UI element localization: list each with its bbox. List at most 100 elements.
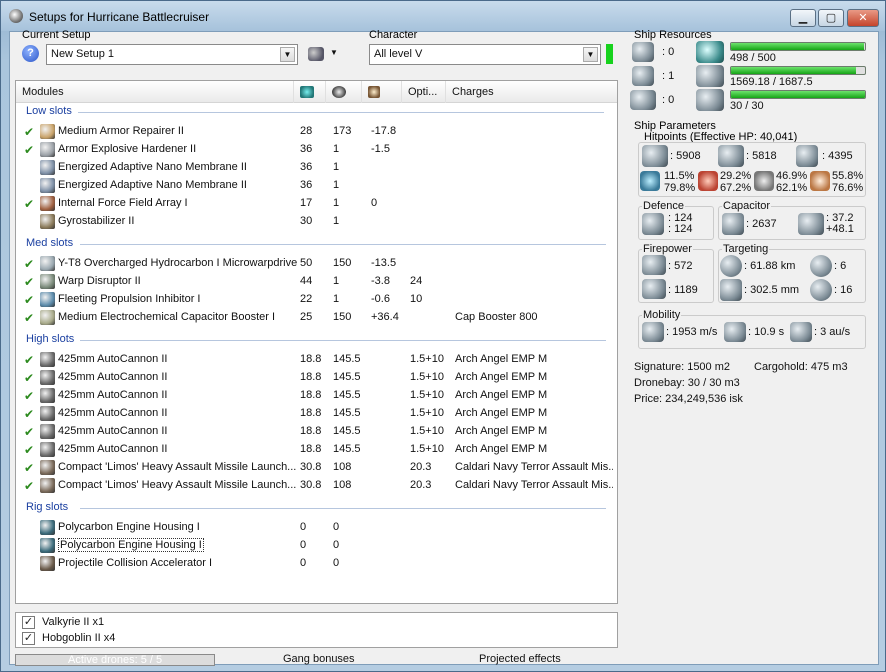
maximize-icon: ▢	[825, 12, 837, 24]
module-row[interactable]: ✔ Internal Force Field Array I 17 1 0	[16, 195, 614, 213]
module-row[interactable]: Projectile Collision Accelerator I 0 0	[16, 555, 614, 573]
active-check-icon: ✔	[24, 371, 35, 385]
max-targets-value: : 6	[834, 260, 847, 272]
maximize-button[interactable]: ▢	[818, 9, 844, 27]
setup-select[interactable]: New Setup 1 ▼	[46, 44, 298, 65]
drone-row[interactable]: ✓ Hobgoblin II x4	[20, 631, 320, 647]
module-powergrid: 145.5	[333, 371, 361, 383]
active-check-icon: ✔	[24, 479, 35, 493]
character-label: Character	[369, 29, 418, 41]
module-row[interactable]: Polycarbon Engine Housing I 0 0	[16, 519, 614, 537]
thermal-armor-resist: 67.2%	[720, 182, 752, 194]
column-charges[interactable]: Charges	[446, 81, 618, 103]
drone-checkbox[interactable]: ✓	[22, 616, 35, 629]
active-check-icon: ✔	[24, 143, 35, 157]
launcher-slots-icon	[632, 66, 654, 86]
cpu-bar	[730, 42, 866, 51]
section-title: Low slots	[26, 105, 72, 117]
volley-icon	[642, 279, 666, 299]
module-optimal: 24	[410, 275, 423, 287]
active-check-icon: ✔	[24, 353, 35, 367]
section-divider	[80, 244, 606, 245]
module-charge: Caldari Navy Terror Assault Mis...	[455, 479, 613, 491]
module-row[interactable]: ✔ Compact 'Limos' Heavy Assault Missile L…	[16, 459, 614, 477]
structure-hp: : 4395	[822, 150, 853, 162]
module-cpu: 0	[300, 557, 307, 569]
target-range-value: : 61.88 km	[744, 260, 796, 272]
module-charge: Arch Angel EMP M	[455, 371, 548, 383]
module-capacitor: -3.8	[371, 275, 390, 287]
shield-hp: : 5908	[670, 150, 701, 162]
missile-launcher-icon	[40, 460, 55, 475]
module-capacitor: -0.6	[371, 293, 390, 305]
module-row[interactable]: ✔ 425mm AutoCannon II 18.8 145.5 1.5+10 Arch …	[16, 441, 614, 459]
module-name: 425mm AutoCannon II	[58, 371, 168, 383]
column-capacitor[interactable]	[362, 81, 402, 103]
module-powergrid: 1	[333, 161, 340, 173]
column-modules[interactable]: Modules	[16, 81, 294, 103]
module-optimal: 1.5+10	[410, 389, 444, 401]
cpu-icon	[300, 86, 314, 98]
character-select[interactable]: All level V ▼	[369, 44, 601, 65]
module-optimal: 20.3	[410, 479, 432, 491]
active-check-icon: ✔	[24, 197, 35, 211]
velocity-icon	[642, 322, 664, 342]
module-row[interactable]: ✔ 425mm AutoCannon II 18.8 145.5 1.5+10 Arch …	[16, 387, 614, 405]
minimize-button[interactable]: ▁	[790, 9, 816, 27]
module-name: 425mm AutoCannon II	[58, 389, 168, 401]
module-row[interactable]: Polycarbon Engine Housing I 0 0	[16, 537, 614, 555]
active-check-icon: ✔	[24, 275, 35, 289]
module-cpu: 0	[300, 521, 307, 533]
align-time-value: : 10.9 s	[748, 326, 785, 338]
module-cpu: 18.8	[300, 371, 322, 383]
module-powergrid: 145.5	[333, 389, 361, 401]
column-optimal[interactable]: Opti...	[402, 81, 446, 103]
module-charge: Arch Angel EMP M	[455, 443, 548, 455]
module-row[interactable]: ✔ 425mm AutoCannon II 18.8 145.5 1.5+10 Arch …	[16, 405, 614, 423]
chevron-down-icon: ▼	[280, 47, 295, 62]
projected-effects-button[interactable]: Projected effects	[479, 653, 561, 665]
module-optimal: 1.5+10	[410, 443, 444, 455]
column-cpu[interactable]	[294, 81, 326, 103]
module-optimal: 1.5+10	[410, 407, 444, 419]
em-armor-resist: 79.8%	[664, 182, 696, 194]
module-powergrid: 1	[333, 293, 340, 305]
drone-checkbox[interactable]: ✓	[22, 632, 35, 645]
armor-hardener-icon	[40, 142, 55, 157]
thermal-resist-icon	[698, 171, 718, 191]
drone-label: Hobgoblin II x4	[42, 632, 116, 644]
help-icon[interactable]: ?	[22, 45, 39, 62]
module-row[interactable]: ✔ Compact 'Limos' Heavy Assault Missile L…	[16, 477, 614, 495]
module-name: Compact 'Limos' Heavy Assault Missile La…	[58, 461, 297, 473]
module-row[interactable]: Energized Adaptive Nano Membrane II 36 1	[16, 177, 614, 195]
column-powergrid[interactable]	[326, 81, 362, 103]
module-cpu: 17	[300, 197, 313, 209]
drone-row[interactable]: ✓ Valkyrie II x1	[20, 615, 320, 631]
mobility-title: Mobility	[642, 309, 682, 321]
armor-hp: : 5818	[746, 150, 777, 162]
module-row[interactable]: Energized Adaptive Nano Membrane II 36 1	[16, 159, 614, 177]
module-row[interactable]: Gyrostabilizer II 30 1	[16, 213, 614, 231]
capacitor-title: Capacitor	[722, 200, 772, 212]
module-row[interactable]: ✔ Medium Electrochemical Capacitor Booste…	[16, 309, 614, 327]
kinetic-resist-icon	[754, 171, 774, 191]
gang-bonuses-button[interactable]: Gang bonuses	[283, 653, 355, 665]
thermal-shield-resist: 29.2%	[720, 170, 752, 182]
defence-bottom-value: : 124	[668, 223, 693, 235]
modules-header: Modules Opti... Charges	[16, 81, 617, 103]
module-row[interactable]: ✔ Fleeting Propulsion Inhibitor I 22 1 -0.6 1…	[16, 291, 614, 309]
setup-actions-button[interactable]: ▼	[306, 44, 346, 65]
module-row[interactable]: ✔ Medium Armor Repairer II 28 173 -17.8	[16, 123, 614, 141]
module-row[interactable]: ✔ 425mm AutoCannon II 18.8 145.5 1.5+10 Arch …	[16, 351, 614, 369]
module-row[interactable]: ✔ Armor Explosive Hardener II 36 1 -1.5	[16, 141, 614, 159]
gyrostabilizer-icon	[40, 214, 55, 229]
module-row[interactable]: ✔ Y-T8 Overcharged Hydrocarbon I Microwar…	[16, 255, 614, 273]
module-powergrid: 1	[333, 143, 340, 155]
close-button[interactable]: ✕	[847, 9, 879, 27]
drone-bandwidth-bar-fill	[731, 91, 865, 98]
capacitor-rate-icon	[798, 213, 824, 235]
module-row[interactable]: ✔ Warp Disruptor II 44 1 -3.8 24	[16, 273, 614, 291]
cpu-bar-fill	[731, 43, 865, 50]
module-row[interactable]: ✔ 425mm AutoCannon II 18.8 145.5 1.5+10 Arch …	[16, 369, 614, 387]
module-row[interactable]: ✔ 425mm AutoCannon II 18.8 145.5 1.5+10 Arch …	[16, 423, 614, 441]
